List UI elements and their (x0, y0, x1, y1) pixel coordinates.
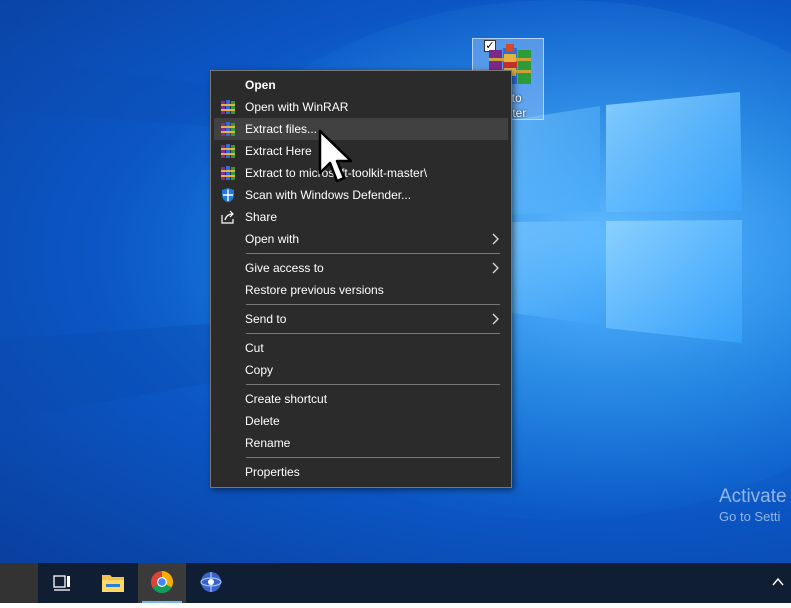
menu-item-copy[interactable]: Copy (214, 359, 508, 381)
menu-item-extract-files[interactable]: Extract files... (214, 118, 508, 140)
app-globe-icon (200, 572, 222, 592)
menu-item-give-access-to[interactable]: Give access to (214, 257, 508, 279)
share-icon (221, 210, 234, 224)
winrar-icon (221, 166, 235, 180)
menu-item-share[interactable]: Share (214, 206, 508, 228)
menu-separator (246, 304, 500, 305)
menu-item-restore-previous-versions[interactable]: Restore previous versions (214, 279, 508, 301)
winrar-icon (221, 100, 235, 114)
menu-separator (246, 457, 500, 458)
winrar-icon (221, 144, 235, 158)
mouse-pointer-icon (318, 129, 353, 183)
chrome-button[interactable] (138, 563, 186, 603)
task-view-icon (53, 575, 70, 591)
context-menu: Open Open with WinRAR Extract files... E… (210, 70, 512, 488)
menu-item-create-shortcut[interactable]: Create shortcut (214, 388, 508, 410)
taskbar (0, 563, 791, 603)
menu-item-open-with[interactable]: Open with (214, 228, 508, 250)
menu-item-open[interactable]: Open (214, 74, 508, 96)
menu-item-send-to[interactable]: Send to (214, 308, 508, 330)
menu-item-rename[interactable]: Rename (214, 432, 508, 454)
chrome-icon (151, 571, 173, 593)
menu-separator (246, 333, 500, 334)
task-view-button[interactable] (38, 563, 86, 603)
defender-shield-icon (222, 188, 234, 203)
file-explorer-icon (102, 575, 124, 592)
menu-item-extract-here[interactable]: Extract Here (214, 140, 508, 162)
chevron-right-icon (492, 233, 499, 245)
menu-item-scan-with-defender[interactable]: Scan with Windows Defender... (214, 184, 508, 206)
activate-windows-watermark: Activate Go to Setti (719, 486, 787, 524)
menu-item-open-with-winrar[interactable]: Open with WinRAR (214, 96, 508, 118)
app-globe-button[interactable] (187, 563, 235, 603)
menu-item-delete[interactable]: Delete (214, 410, 508, 432)
menu-item-extract-to-folder[interactable]: Extract to microsoft-toolkit-master\ (214, 162, 508, 184)
chevron-right-icon (492, 313, 499, 325)
winrar-icon (221, 122, 235, 136)
show-hidden-icons-chevron-icon[interactable] (771, 575, 785, 589)
chevron-right-icon (492, 262, 499, 274)
file-explorer-button[interactable] (89, 563, 137, 603)
menu-item-cut[interactable]: Cut (214, 337, 508, 359)
menu-separator (246, 384, 500, 385)
menu-separator (246, 253, 500, 254)
start-area[interactable] (0, 563, 38, 603)
menu-item-properties[interactable]: Properties (214, 461, 508, 483)
